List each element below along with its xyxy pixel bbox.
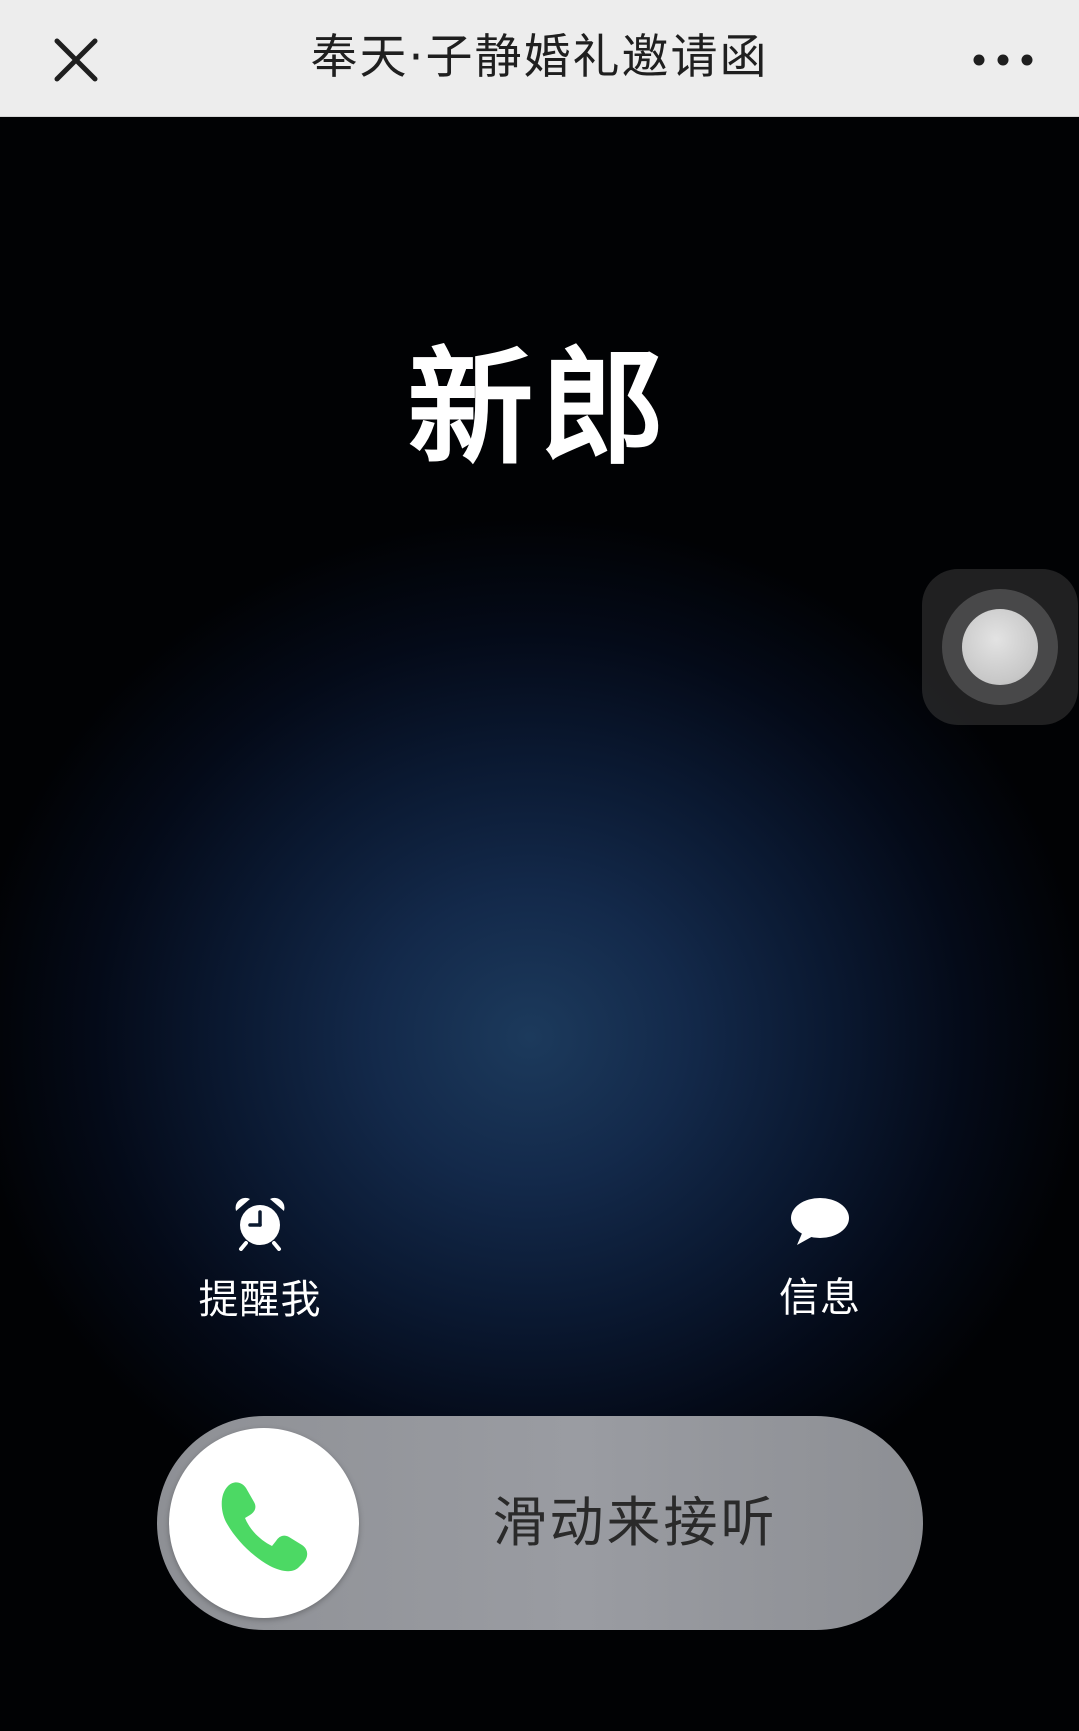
phone-icon [221,1482,308,1572]
slide-to-answer-label: 滑动来接听 [492,1491,778,1554]
top-bar: 奉天·子静婚礼邀请函 [0,0,1079,117]
more-button[interactable] [963,28,1043,92]
message-label: 信息 [779,1275,861,1321]
incoming-call-screen: 新郎 提醒我 信息 滑动来接听 [0,117,1079,1731]
slide-to-answer-slider[interactable]: 滑动来接听 [157,1416,923,1630]
page-title: 奉天·子静婚礼邀请函 [310,30,769,85]
alarm-clock-icon [235,1197,285,1251]
caller-name: 新郎 [407,335,672,482]
close-icon [54,38,98,82]
message-bubble-icon [791,1198,849,1245]
close-button[interactable] [40,24,112,96]
more-horizontal-icon [973,54,1033,66]
remind-me-label: 提醒我 [198,1277,322,1323]
slider-knob[interactable] [169,1428,359,1618]
assistive-touch-dot [962,609,1038,685]
message-button[interactable]: 信息 [720,1195,920,1323]
remind-me-button[interactable]: 提醒我 [160,1195,360,1325]
assistive-touch-button[interactable] [922,569,1078,725]
